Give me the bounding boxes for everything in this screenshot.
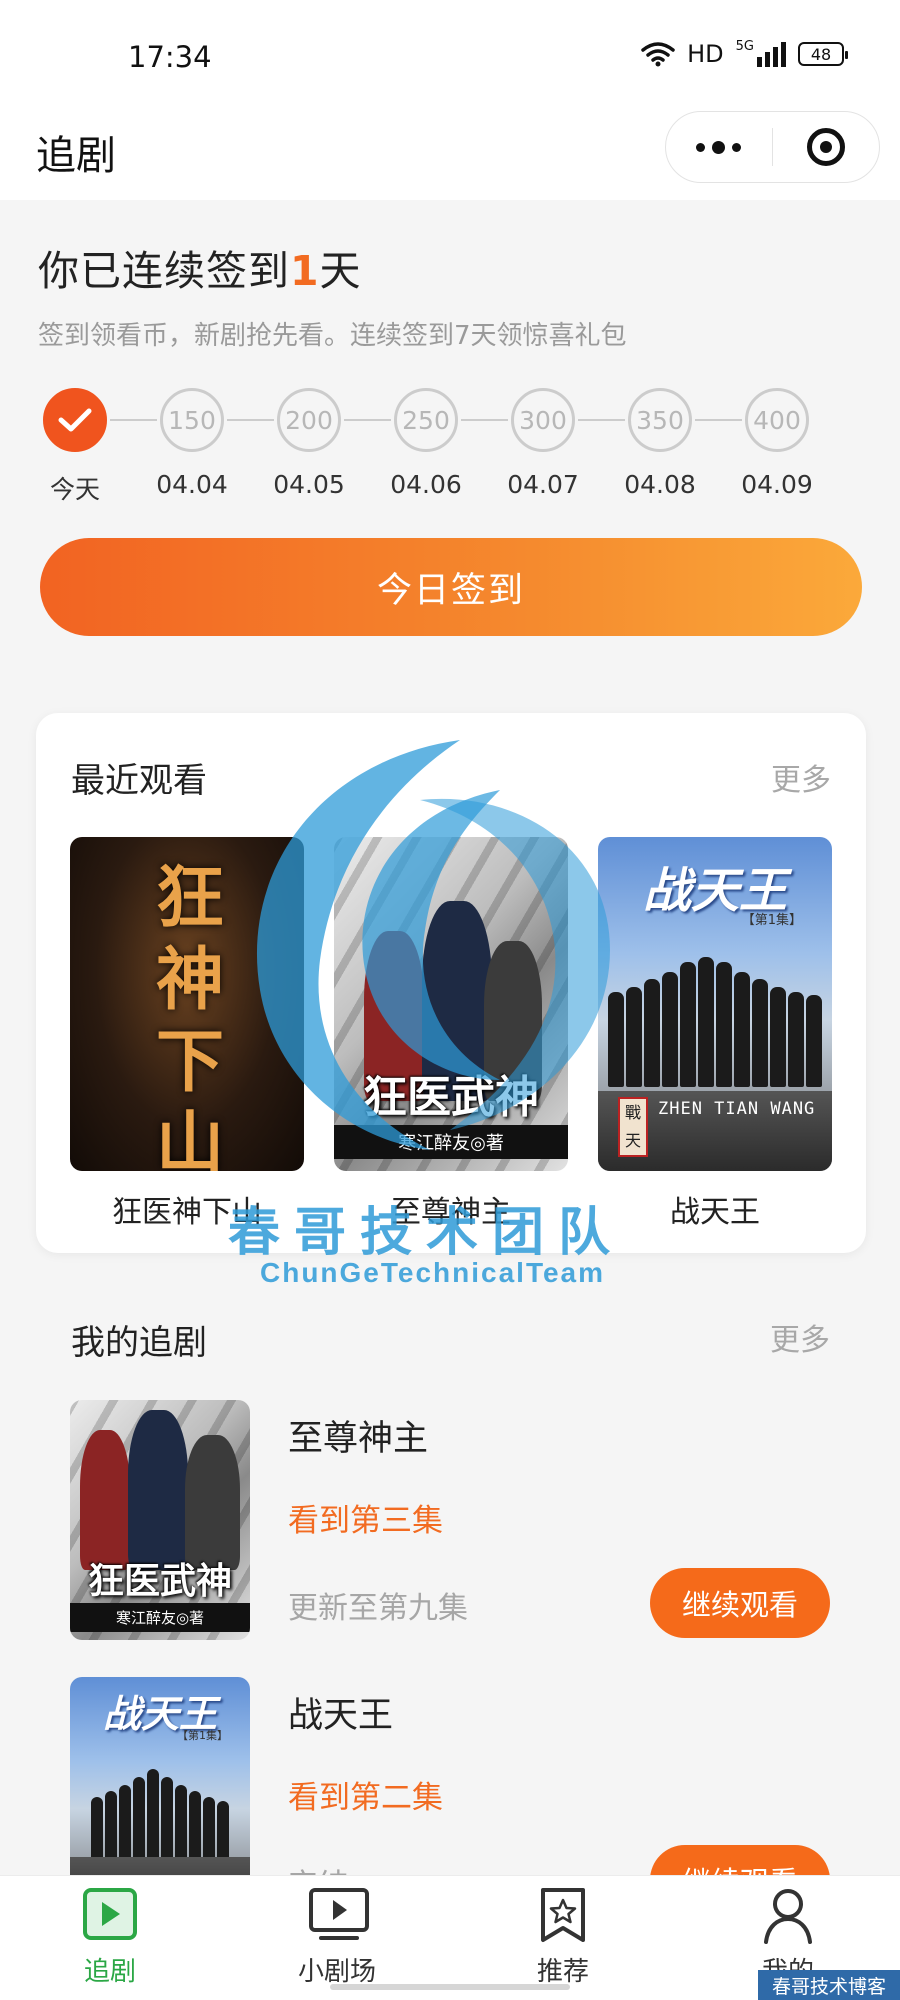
star-bookmark-icon (533, 1886, 593, 1946)
recent-card: 最近观看 更多 狂神下山 狂医神下山 狂医武神 寒江醉友◎著 至尊神主 战天王 … (36, 713, 866, 1253)
mine-item-update: 完结 (288, 1860, 348, 1875)
signin-day: 300 04.07 (507, 388, 579, 508)
day-reward: 150 (160, 388, 224, 452)
battery-icon: 48 (798, 42, 848, 66)
tab-label: 小剧场 (297, 1957, 376, 1987)
day-reward: 350 (628, 388, 692, 452)
recent-item-name: 至尊神主 (391, 1195, 511, 1230)
tv-play-icon (307, 1886, 369, 1946)
day-connector (227, 419, 274, 421)
day-connector (578, 419, 625, 421)
poster-image: 狂医武神 寒江醉友◎著 (334, 837, 568, 1171)
play-square-icon (80, 1886, 140, 1946)
signin-day-today: 今天 (40, 388, 110, 508)
recent-item[interactable]: 战天王 【第1集】 ZHEN TIAN WANG 戰天 战天王 (598, 837, 832, 1231)
day-label: 今天 (49, 475, 100, 504)
target-icon[interactable] (773, 112, 879, 182)
day-label: 04.09 (741, 470, 813, 499)
status-bar: 17:34 HD 5G 48 (0, 0, 900, 105)
day-label: 04.04 (156, 470, 228, 499)
page-header: 追剧 (0, 105, 900, 200)
poster-title: 狂神下山 (155, 858, 224, 1171)
signin-days-track: 今天 150 04.04 200 04.05 250 04.06 300 04.… (40, 388, 820, 508)
tab-recommend[interactable]: 推荐 (503, 1886, 623, 1988)
continue-watch-button[interactable]: 继续观看 (650, 1845, 830, 1875)
poster-image: 狂神下山 (70, 837, 304, 1171)
mine-title: 我的追剧 (71, 1323, 207, 1363)
recent-item-name: 狂医神下山 (112, 1195, 262, 1230)
signin-title-prefix: 你已连续签到 (38, 247, 290, 295)
signin-day: 400 04.09 (741, 388, 813, 508)
day-connector (110, 419, 157, 421)
day-reward: 200 (277, 388, 341, 452)
continue-watch-button[interactable]: 继续观看 (650, 1568, 830, 1638)
more-dots-icon[interactable] (666, 112, 772, 182)
mine-item-progress: 看到第三集 (288, 1503, 443, 1539)
recent-item[interactable]: 狂医武神 寒江醉友◎著 至尊神主 (334, 837, 568, 1231)
mine-item-update: 更新至第九集 (288, 1591, 468, 1626)
mine-item[interactable]: 战天王 【第1集】 战天王 看到第二集 完结 继续观看 (70, 1677, 830, 1875)
home-indicator[interactable] (330, 1984, 570, 1990)
poster-image: 战天王 【第1集】 (70, 1677, 250, 1875)
day-reward: 300 (511, 388, 575, 452)
signin-title: 你已连续签到1天 (38, 237, 362, 297)
signin-day: 200 04.05 (273, 388, 345, 508)
recent-item-name: 战天王 (670, 1195, 760, 1230)
signin-day: 250 04.06 (390, 388, 462, 508)
poster-author: 寒江醉友◎著 (334, 1125, 568, 1159)
wifi-icon (641, 42, 675, 67)
signin-day: 350 04.08 (624, 388, 696, 508)
poster-episode: 【第1集】 (741, 913, 802, 928)
mine-item[interactable]: 狂医武神 寒江醉友◎著 至尊神主 看到第三集 更新至第九集 继续观看 (70, 1400, 830, 1640)
poster-image: 战天王 【第1集】 ZHEN TIAN WANG 戰天 (598, 837, 832, 1171)
tab-label: 追剧 (83, 1957, 136, 1987)
day-reward: 250 (394, 388, 458, 452)
poster-episode: 【第1集】 (177, 1729, 228, 1742)
person-icon (758, 1886, 818, 1946)
day-reward: 400 (745, 388, 809, 452)
signin-subtitle: 签到领看币，新剧抢先看。连续签到7天领惊喜礼包 (38, 321, 627, 351)
signin-section: 你已连续签到1天 签到领看币，新剧抢先看。连续签到7天领惊喜礼包 今天 150 … (0, 200, 900, 700)
poster-title: 狂医武神 (87, 1560, 232, 1602)
tab-theater[interactable]: 小剧场 (277, 1886, 397, 1988)
poster-seal: 戰天 (618, 1097, 648, 1157)
check-icon (43, 388, 107, 452)
signin-button[interactable]: 今日签到 (40, 538, 862, 636)
day-connector (344, 419, 391, 421)
network-type: HD (687, 40, 724, 68)
signin-days-count: 1 (290, 247, 320, 295)
day-connector (695, 419, 742, 421)
mine-item-name: 至尊神主 (288, 1419, 429, 1459)
status-icons: HD 5G 48 (641, 39, 848, 68)
signal-icon: 5G (735, 39, 786, 67)
day-label: 04.07 (507, 470, 579, 499)
mine-item-progress: 看到第二集 (288, 1780, 443, 1816)
mine-more-link[interactable]: 更多 (770, 1315, 830, 1359)
recent-title: 最近观看 (71, 761, 207, 801)
day-label: 04.06 (390, 470, 462, 499)
signin-title-suffix: 天 (319, 247, 362, 295)
watermark-corner: 春哥技术博客 (758, 1970, 900, 2000)
day-label: 04.05 (273, 470, 345, 499)
poster-english-title: ZHEN TIAN WANG (658, 1099, 816, 1119)
poster-image: 狂医武神 寒江醉友◎著 (70, 1400, 250, 1640)
signin-day: 150 04.04 (156, 388, 228, 508)
battery-level: 48 (810, 44, 832, 64)
page-title: 追剧 (36, 133, 116, 179)
recent-item[interactable]: 狂神下山 狂医神下山 (70, 837, 304, 1231)
poster-author: 寒江醉友◎著 (70, 1603, 250, 1632)
watermark-subtitle: ChunGeTechnicalTeam (260, 1257, 606, 1288)
poster-title: 狂医武神 (363, 1072, 539, 1123)
status-time: 17:34 (128, 40, 212, 74)
day-label: 04.08 (624, 470, 696, 499)
signal-gen: 5G (735, 39, 754, 54)
recent-more-link[interactable]: 更多 (771, 755, 831, 799)
miniprogram-capsule (665, 111, 880, 183)
tab-chase[interactable]: 追剧 (50, 1886, 170, 1988)
day-connector (461, 419, 508, 421)
tab-label: 推荐 (536, 1957, 589, 1987)
mine-item-name: 战天王 (288, 1696, 394, 1736)
